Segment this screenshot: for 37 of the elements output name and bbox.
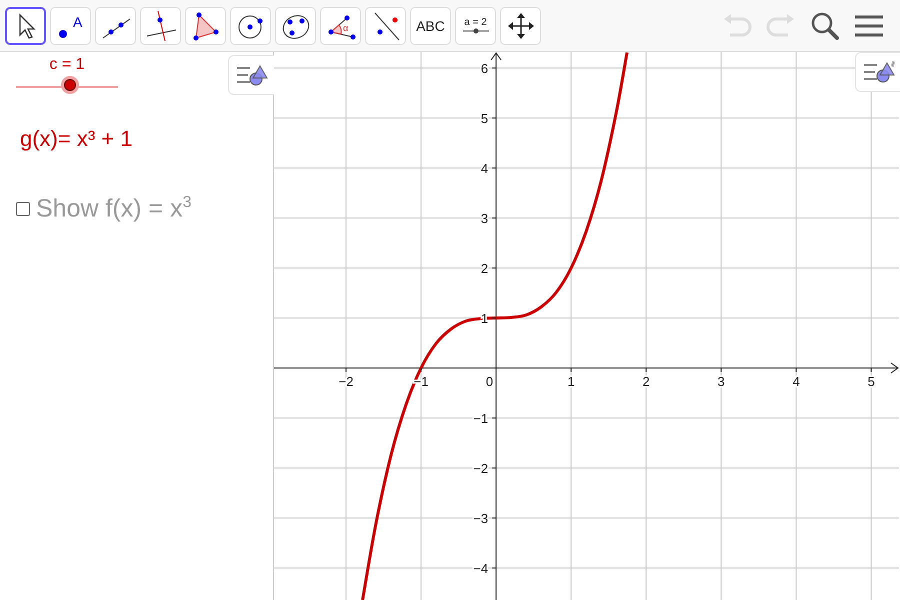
y-tick-label: −2: [473, 461, 488, 476]
style-bar-icon: [862, 61, 894, 83]
tool-button[interactable]: ABC: [410, 6, 451, 44]
slider-thumb[interactable]: [64, 79, 76, 91]
y-tick-label: 4: [480, 161, 488, 176]
text-tool-label: ABC: [416, 18, 445, 34]
slider-label: c = 1: [48, 56, 86, 74]
slider-tool-label: a = 2: [464, 17, 487, 28]
y-tick-label: −1: [473, 411, 488, 426]
style-bar-icon: [236, 64, 268, 86]
menu-icon: [855, 14, 883, 38]
tool-button[interactable]: a = 2: [455, 6, 496, 44]
redo-icon: [766, 12, 796, 38]
y-tick-label: 2: [480, 261, 488, 276]
function-curve[interactable]: [361, 52, 628, 600]
y-tick-label: 3: [480, 211, 488, 226]
search-icon: [810, 10, 840, 40]
x-tick-label: −2: [338, 374, 354, 389]
slider-icon: [462, 28, 490, 34]
x-tick-label: 5: [868, 374, 875, 389]
function-definition: g(x)= x³ + 1: [20, 126, 134, 152]
y-tick-label: −3: [473, 511, 488, 526]
tool-button[interactable]: [5, 6, 46, 44]
y-tick-label: 5: [480, 111, 488, 126]
x-tick-label: 1: [568, 374, 575, 389]
y-tick-label: 6: [480, 61, 488, 76]
x-tick-label: 4: [792, 374, 800, 389]
y-tick-label: −4: [473, 561, 488, 576]
checkbox-label: Show f(x) = x$^{3}$: [36, 194, 192, 224]
x-tick-label: 0: [486, 374, 494, 389]
perpendicular-line-icon: [144, 10, 176, 42]
checkbox[interactable]: [16, 202, 30, 216]
x-tick-label: 2: [642, 374, 650, 389]
graphics-style-button[interactable]: [855, 52, 900, 92]
x-tick-label: 3: [718, 374, 725, 389]
undo-icon: [722, 12, 752, 38]
algebra-style-button[interactable]: [228, 55, 274, 95]
